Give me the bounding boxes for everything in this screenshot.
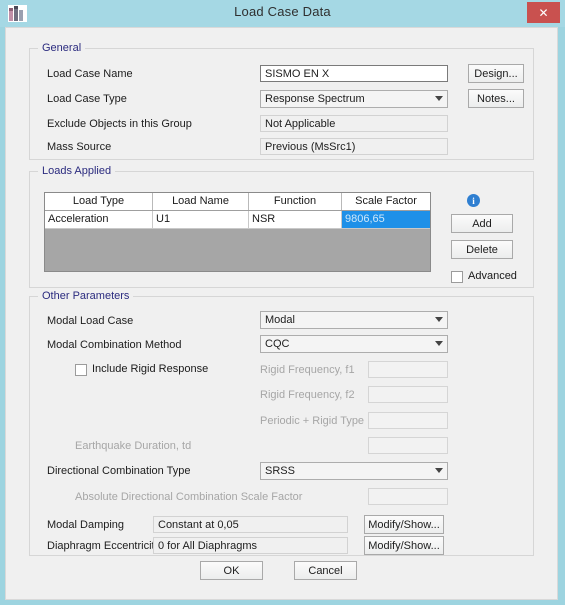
title-bar: Load Case Data ✕ bbox=[0, 0, 565, 27]
diaphragm-eccentricity-value: 0 for All Diaphragms bbox=[153, 537, 348, 554]
modal-damping-label: Modal Damping bbox=[47, 519, 125, 531]
advanced-checkbox-label: Advanced bbox=[468, 270, 517, 282]
modal-damping-modify-show-button[interactable]: Modify/Show... bbox=[364, 515, 444, 534]
general-group-legend: General bbox=[38, 42, 86, 54]
directional-combination-type-value: SRSS bbox=[265, 465, 295, 477]
directional-combination-type-label: Directional Combination Type bbox=[47, 465, 191, 477]
load-case-type-combo[interactable]: Response Spectrum bbox=[260, 90, 448, 108]
delete-button[interactable]: Delete bbox=[451, 240, 513, 259]
rigid-frequency-f2-input bbox=[368, 386, 448, 403]
design-button[interactable]: Design... bbox=[468, 64, 524, 83]
load-case-name-input[interactable]: SISMO EN X bbox=[260, 65, 448, 82]
other-parameters-group-legend: Other Parameters bbox=[38, 290, 134, 302]
load-case-data-dialog: Load Case Data ✕ General Load Case Name … bbox=[0, 0, 565, 605]
cell-load-name[interactable]: U1 bbox=[153, 211, 249, 228]
dialog-client-area: General Load Case Name SISMO EN X Design… bbox=[5, 27, 558, 600]
chevron-down-icon bbox=[435, 468, 443, 473]
earthquake-duration-input bbox=[368, 437, 448, 454]
periodic-rigid-type-input bbox=[368, 412, 448, 429]
include-rigid-response-checkbox-box[interactable] bbox=[75, 364, 87, 376]
column-header-scale-factor: Scale Factor bbox=[355, 195, 417, 207]
load-case-type-value: Response Spectrum bbox=[265, 93, 365, 105]
modal-load-case-combo[interactable]: Modal bbox=[260, 311, 448, 329]
cell-function[interactable]: NSR bbox=[249, 211, 342, 228]
column-header-function: Function bbox=[249, 193, 342, 210]
load-case-name-label: Load Case Name bbox=[47, 68, 133, 80]
modal-load-case-label: Modal Load Case bbox=[47, 315, 134, 327]
modal-combination-method-combo[interactable]: CQC bbox=[260, 335, 448, 353]
general-group: General Load Case Name SISMO EN X Design… bbox=[29, 42, 534, 160]
column-header-load-type: Load Type bbox=[45, 193, 153, 210]
close-button[interactable]: ✕ bbox=[527, 2, 560, 23]
loads-applied-table[interactable]: Load Type Load Name Function Scale Facto… bbox=[44, 192, 431, 272]
modal-load-case-value: Modal bbox=[265, 314, 295, 326]
rigid-frequency-f1-input bbox=[368, 361, 448, 378]
chevron-down-icon bbox=[435, 341, 443, 346]
table-header-row: Load Type Load Name Function Scale Facto… bbox=[45, 193, 430, 211]
exclude-objects-value: Not Applicable bbox=[260, 115, 448, 132]
directional-combination-type-combo[interactable]: SRSS bbox=[260, 462, 448, 480]
column-header-load-name: Load Name bbox=[153, 193, 249, 210]
loads-applied-group: Loads Applied Load Type Load Name Functi… bbox=[29, 165, 534, 288]
modal-damping-value: Constant at 0,05 bbox=[153, 516, 348, 533]
modal-combination-method-label: Modal Combination Method bbox=[47, 339, 182, 351]
advanced-checkbox-box[interactable] bbox=[451, 271, 463, 283]
exclude-objects-label: Exclude Objects in this Group bbox=[47, 118, 192, 130]
info-icon: i bbox=[467, 194, 480, 207]
chevron-down-icon bbox=[435, 96, 443, 101]
add-button[interactable]: Add bbox=[451, 214, 513, 233]
absolute-directional-scale-factor-label: Absolute Directional Combination Scale F… bbox=[75, 491, 303, 503]
absolute-directional-scale-factor-input bbox=[368, 488, 448, 505]
mass-source-value: Previous (MsSrc1) bbox=[260, 138, 448, 155]
chevron-down-icon bbox=[435, 317, 443, 322]
other-parameters-group: Other Parameters Modal Load Case Modal M… bbox=[29, 290, 534, 556]
window-title: Load Case Data bbox=[234, 4, 331, 19]
cancel-button[interactable]: Cancel bbox=[294, 561, 357, 580]
notes-button[interactable]: Notes... bbox=[468, 89, 524, 108]
cell-load-type[interactable]: Acceleration bbox=[45, 211, 153, 228]
loads-applied-group-legend: Loads Applied bbox=[38, 165, 116, 177]
earthquake-duration-label: Earthquake Duration, td bbox=[75, 440, 192, 452]
diaphragm-eccentricity-modify-show-button[interactable]: Modify/Show... bbox=[364, 536, 444, 555]
cell-scale-factor[interactable]: 9806,65 bbox=[342, 211, 430, 228]
rigid-frequency-f1-label: Rigid Frequency, f1 bbox=[260, 364, 355, 376]
ok-button[interactable]: OK bbox=[200, 561, 263, 580]
rigid-frequency-f2-label: Rigid Frequency, f2 bbox=[260, 389, 355, 401]
periodic-rigid-type-label: Periodic + Rigid Type bbox=[260, 415, 365, 427]
table-row[interactable]: Acceleration U1 NSR 9806,65 bbox=[45, 211, 430, 229]
load-case-type-label: Load Case Type bbox=[47, 93, 127, 105]
mass-source-label: Mass Source bbox=[47, 141, 112, 153]
include-rigid-response-label: Include Rigid Response bbox=[92, 363, 209, 375]
diaphragm-eccentricity-label: Diaphragm Eccentricity bbox=[47, 540, 161, 552]
modal-combination-method-value: CQC bbox=[265, 338, 290, 350]
